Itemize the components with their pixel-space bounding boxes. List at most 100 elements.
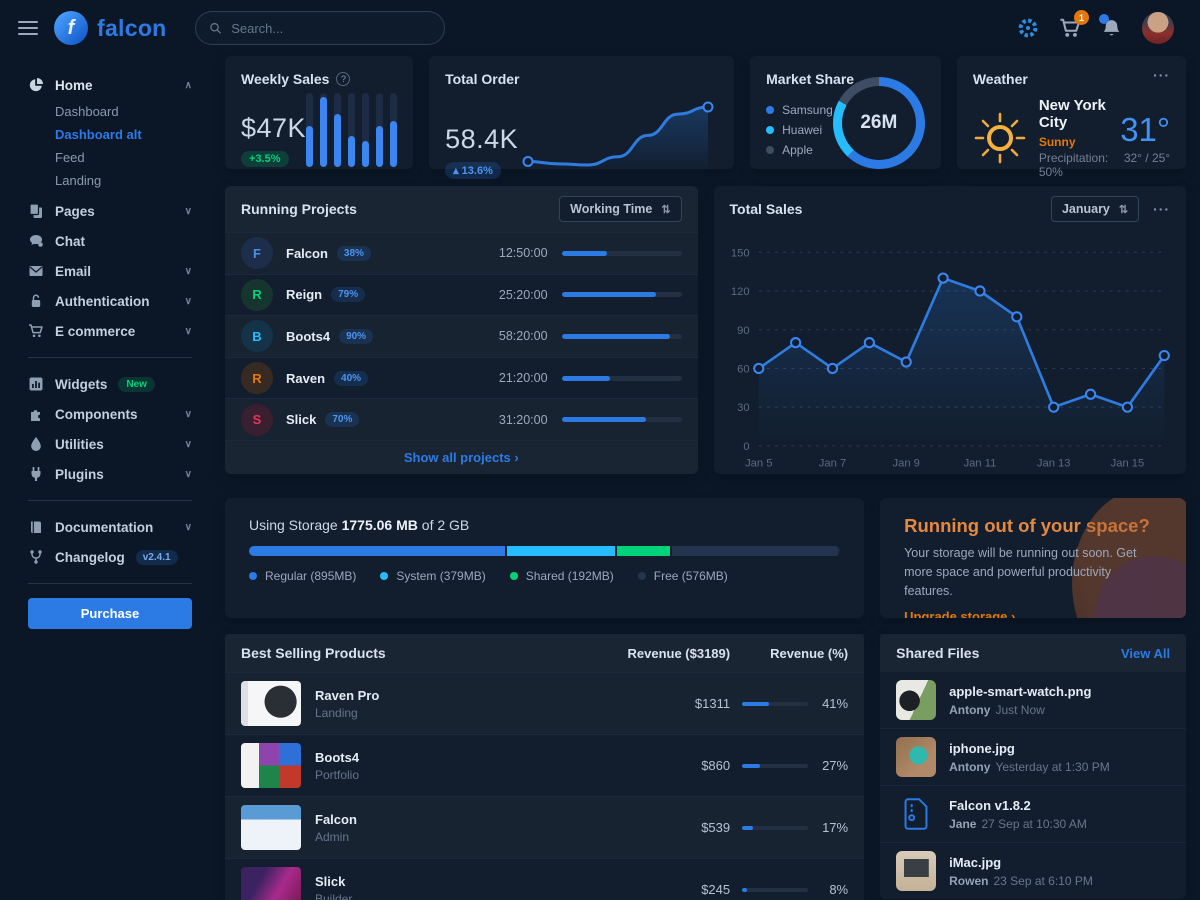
file-row-apple-smart-watch.png[interactable]: apple-smart-watch.png AntonyJust Now bbox=[880, 672, 1186, 728]
svg-text:90: 90 bbox=[737, 325, 749, 337]
envelope-icon bbox=[28, 263, 44, 279]
comments-icon bbox=[28, 233, 44, 249]
upgrade-storage-link[interactable]: Upgrade storage › bbox=[904, 609, 1015, 618]
project-row-slick[interactable]: S Slick 70% 31:20:00 bbox=[225, 398, 698, 440]
storage-segment-free bbox=[672, 546, 838, 556]
sidebar-item-utilities[interactable]: Utilities∨ bbox=[28, 429, 208, 459]
search-input[interactable] bbox=[229, 20, 430, 37]
project-row-reign[interactable]: R Reign 79% 25:20:00 bbox=[225, 274, 698, 316]
project-row-raven[interactable]: R Raven 40% 21:20:00 bbox=[225, 357, 698, 399]
file-thumbnail bbox=[896, 737, 936, 777]
product-category[interactable]: Builder bbox=[315, 892, 610, 900]
settings-gear-icon[interactable] bbox=[1017, 17, 1039, 39]
product-thumbnail bbox=[241, 681, 301, 726]
storage-card: Using Storage 1775.06 MB of 2 GB Regular… bbox=[225, 498, 864, 618]
project-row-boots4[interactable]: B Boots4 90% 58:20:00 bbox=[225, 315, 698, 357]
product-row-raven-pro[interactable]: Raven Pro Landing $1311 41% bbox=[225, 672, 864, 734]
chevron-down-icon: ∨ bbox=[185, 469, 192, 480]
sidebar-item-landing[interactable]: Landing bbox=[55, 169, 208, 192]
project-progress-badge: 40% bbox=[334, 371, 368, 386]
storage-segment-system bbox=[507, 546, 616, 556]
working-time-select[interactable]: Working Time ⇅ bbox=[559, 196, 681, 222]
storage-progress-bar bbox=[249, 546, 840, 556]
month-select[interactable]: January ⇅ bbox=[1051, 196, 1139, 222]
sidebar-item-dashboard[interactable]: Dashboard bbox=[55, 100, 208, 123]
sidebar-item-feed[interactable]: Feed bbox=[55, 146, 208, 169]
weather-precipitation: Precipitation: 50% bbox=[1039, 151, 1108, 179]
product-progress-bar bbox=[742, 826, 808, 830]
best-selling-title: Best Selling Products bbox=[241, 645, 580, 661]
sidebar-item-changelog[interactable]: Changelogv2.4.1 bbox=[28, 542, 208, 572]
product-category[interactable]: Portfolio bbox=[315, 768, 610, 782]
file-name[interactable]: iphone.jpg bbox=[949, 741, 1110, 756]
product-category[interactable]: Admin bbox=[315, 830, 610, 844]
file-row-falcon-v1.8.2[interactable]: Falcon v1.8.2 Jane27 Sep at 10:30 AM bbox=[880, 785, 1186, 842]
purchase-button[interactable]: Purchase bbox=[28, 598, 192, 629]
notifications-bell-icon[interactable] bbox=[1101, 18, 1122, 39]
weather-temp: 31° bbox=[1120, 111, 1170, 149]
product-percent: 17% bbox=[818, 820, 848, 835]
sidebar-item-label: Utilities bbox=[55, 437, 104, 452]
shared-files-card: Shared Files View All apple-smart-watch.… bbox=[880, 634, 1186, 899]
svg-text:120: 120 bbox=[730, 286, 749, 298]
project-progress-bar bbox=[562, 292, 682, 297]
divider bbox=[28, 357, 192, 358]
user-avatar[interactable] bbox=[1142, 12, 1174, 44]
sidebar-item-label: Components bbox=[55, 407, 138, 422]
total-sales-menu-dots-icon[interactable]: ··· bbox=[1153, 205, 1170, 213]
product-name: Boots4 bbox=[315, 750, 610, 765]
project-name: Boots4 bbox=[286, 329, 330, 344]
file-name[interactable]: iMac.jpg bbox=[949, 855, 1093, 870]
file-name[interactable]: Falcon v1.8.2 bbox=[949, 798, 1087, 813]
legend-label: Free (576MB) bbox=[654, 569, 728, 583]
sidebar-item-home[interactable]: Home∧ bbox=[28, 70, 208, 100]
view-all-link[interactable]: View All bbox=[1121, 646, 1170, 661]
cart-icon[interactable]: 1 bbox=[1059, 17, 1081, 39]
svg-text:Jan 5: Jan 5 bbox=[745, 457, 772, 469]
file-row-iphone.jpg[interactable]: iphone.jpg AntonyYesterday at 1:30 PM bbox=[880, 728, 1186, 785]
weather-menu-dots-icon[interactable]: ··· bbox=[1153, 71, 1170, 79]
project-row-falcon[interactable]: F Falcon 38% 12:50:00 bbox=[225, 232, 698, 274]
product-row-falcon[interactable]: Falcon Admin $539 17% bbox=[225, 796, 864, 858]
product-thumbnail bbox=[241, 743, 301, 788]
hamburger-menu-icon[interactable] bbox=[18, 21, 38, 35]
sidebar-item-e-commerce[interactable]: E commerce∨ bbox=[28, 316, 208, 346]
sidebar-item-documentation[interactable]: Documentation∨ bbox=[28, 512, 208, 542]
file-name[interactable]: apple-smart-watch.png bbox=[949, 684, 1091, 699]
product-name: Raven Pro bbox=[315, 688, 610, 703]
sidebar-item-email[interactable]: Email∨ bbox=[28, 256, 208, 286]
product-thumbnail bbox=[241, 867, 301, 900]
sort-icon: ⇅ bbox=[1119, 203, 1128, 216]
sidebar-item-label: Plugins bbox=[55, 467, 104, 482]
sidebar: Home∧DashboardDashboard altFeedLanding Pa… bbox=[0, 56, 208, 629]
sidebar-item-chat[interactable]: Chat bbox=[28, 226, 208, 256]
sidebar-item-label: Authentication bbox=[55, 294, 150, 309]
sidebar-item-dashboard-alt[interactable]: Dashboard alt bbox=[55, 123, 208, 146]
legend-dot bbox=[380, 572, 388, 580]
svg-text:Jan 15: Jan 15 bbox=[1110, 457, 1144, 469]
product-category[interactable]: Landing bbox=[315, 706, 610, 720]
weather-title: Weather bbox=[973, 71, 1028, 87]
sidebar-item-plugins[interactable]: Plugins ∨ bbox=[28, 459, 208, 489]
chevron-down-icon: ∨ bbox=[185, 206, 192, 217]
plug-icon bbox=[28, 466, 44, 482]
sidebar-item-components[interactable]: Components∨ bbox=[28, 399, 208, 429]
product-row-slick[interactable]: Slick Builder $245 8% bbox=[225, 858, 864, 900]
help-icon[interactable]: ? bbox=[336, 72, 350, 86]
show-all-projects-link[interactable]: Show all projects › bbox=[404, 450, 519, 465]
sidebar-item-widgets[interactable]: WidgetsNew bbox=[28, 369, 208, 399]
weather-range: 32° / 25° bbox=[1120, 151, 1170, 165]
file-row-imac.jpg[interactable]: iMac.jpg Rowen23 Sep at 6:10 PM bbox=[880, 842, 1186, 899]
product-name: Slick bbox=[315, 874, 610, 889]
sidebar-item-label: Widgets bbox=[55, 377, 107, 392]
project-progress-bar bbox=[562, 417, 682, 422]
sidebar-item-pages[interactable]: Pages∨ bbox=[28, 196, 208, 226]
weekly-sales-bar bbox=[362, 93, 369, 167]
falcon-logo[interactable]: f falcon bbox=[54, 11, 167, 45]
sidebar-item-label: Email bbox=[55, 264, 91, 279]
sidebar-item-authentication[interactable]: Authentication∨ bbox=[28, 286, 208, 316]
product-row-boots4[interactable]: Boots4 Portfolio $860 27% bbox=[225, 734, 864, 796]
storage-legend-item: Regular (895MB) bbox=[249, 569, 356, 583]
product-percent: 8% bbox=[818, 882, 848, 897]
search-box[interactable] bbox=[195, 11, 445, 45]
